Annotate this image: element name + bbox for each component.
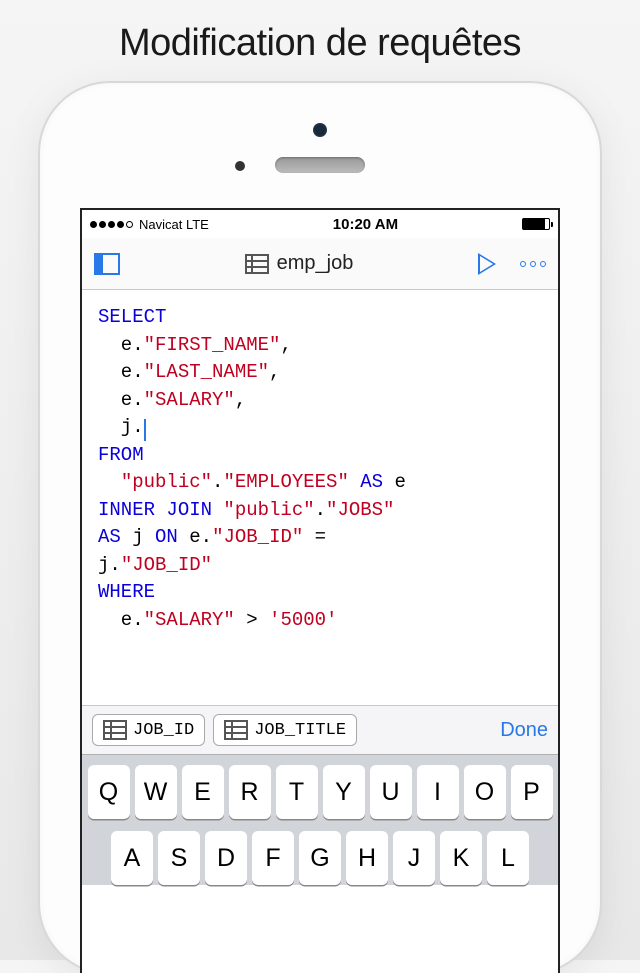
key-r[interactable]: R	[229, 765, 271, 819]
key-q[interactable]: Q	[88, 765, 130, 819]
camera-icon	[313, 123, 327, 137]
query-name: emp_job	[277, 252, 354, 275]
sensor-icon	[235, 161, 245, 171]
key-g[interactable]: G	[299, 831, 341, 885]
sidebar-toggle-button[interactable]	[94, 253, 120, 275]
key-w[interactable]: W	[135, 765, 177, 819]
keyboard: Q W E R T Y U I O P A S D F G H J K L	[82, 755, 558, 885]
key-s[interactable]: S	[158, 831, 200, 885]
key-o[interactable]: O	[464, 765, 506, 819]
keyboard-row-1: Q W E R T Y U I O P	[87, 765, 553, 819]
key-a[interactable]: A	[111, 831, 153, 885]
status-time: 10:20 AM	[209, 216, 522, 233]
key-e[interactable]: E	[182, 765, 224, 819]
run-button[interactable]	[478, 253, 496, 275]
battery-icon	[522, 218, 550, 230]
key-u[interactable]: U	[370, 765, 412, 819]
done-button[interactable]: Done	[500, 719, 548, 742]
key-l[interactable]: L	[487, 831, 529, 885]
autocomplete-bar: JOB_ID JOB_TITLE Done	[82, 705, 558, 755]
key-t[interactable]: T	[276, 765, 318, 819]
signal-icon	[90, 221, 133, 228]
suggestion-job-id[interactable]: JOB_ID	[92, 714, 205, 746]
phone-frame: Navicat LTE 10:20 AM emp_job SELECT e."F…	[40, 83, 600, 973]
more-button[interactable]	[520, 261, 546, 267]
key-j[interactable]: J	[393, 831, 435, 885]
table-icon	[245, 254, 269, 274]
suggestion-job-title[interactable]: JOB_TITLE	[213, 714, 357, 746]
key-f[interactable]: F	[252, 831, 294, 885]
column-icon	[224, 720, 248, 740]
promo-title: Modification de requêtes	[0, 0, 640, 83]
screen: Navicat LTE 10:20 AM emp_job SELECT e."F…	[80, 208, 560, 973]
code-editor[interactable]: SELECT e."FIRST_NAME", e."LAST_NAME", e.…	[82, 290, 558, 705]
key-h[interactable]: H	[346, 831, 388, 885]
key-k[interactable]: K	[440, 831, 482, 885]
speaker-icon	[275, 157, 365, 173]
carrier-label: Navicat LTE	[139, 217, 209, 232]
key-d[interactable]: D	[205, 831, 247, 885]
status-bar: Navicat LTE 10:20 AM	[82, 210, 558, 238]
key-p[interactable]: P	[511, 765, 553, 819]
key-y[interactable]: Y	[323, 765, 365, 819]
nav-title-wrap[interactable]: emp_job	[130, 252, 468, 275]
text-cursor	[144, 419, 146, 441]
key-i[interactable]: I	[417, 765, 459, 819]
keyboard-row-2: A S D F G H J K L	[87, 831, 553, 885]
nav-bar: emp_job	[82, 238, 558, 290]
column-icon	[103, 720, 127, 740]
